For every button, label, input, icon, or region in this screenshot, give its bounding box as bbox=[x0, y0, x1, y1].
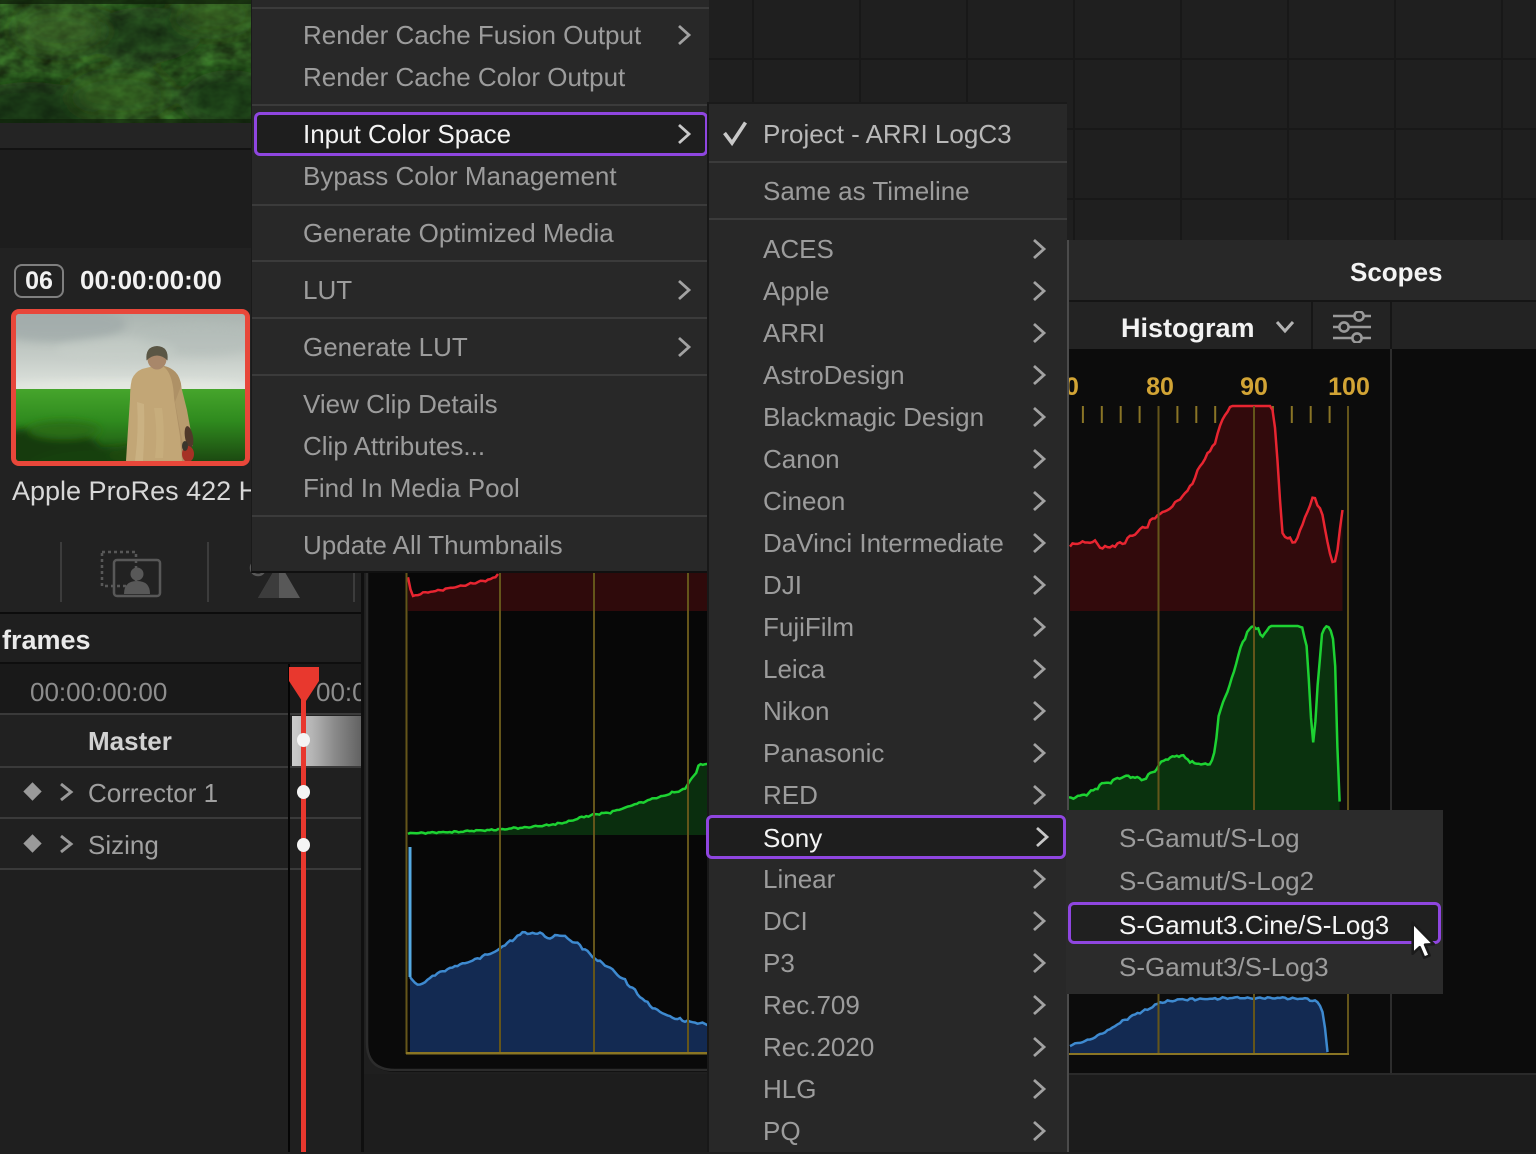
svg-text:100: 100 bbox=[1328, 373, 1370, 401]
svg-text:90: 90 bbox=[1240, 373, 1268, 401]
svg-text:80: 80 bbox=[1146, 373, 1174, 401]
svg-text:70: 70 bbox=[1069, 373, 1079, 401]
